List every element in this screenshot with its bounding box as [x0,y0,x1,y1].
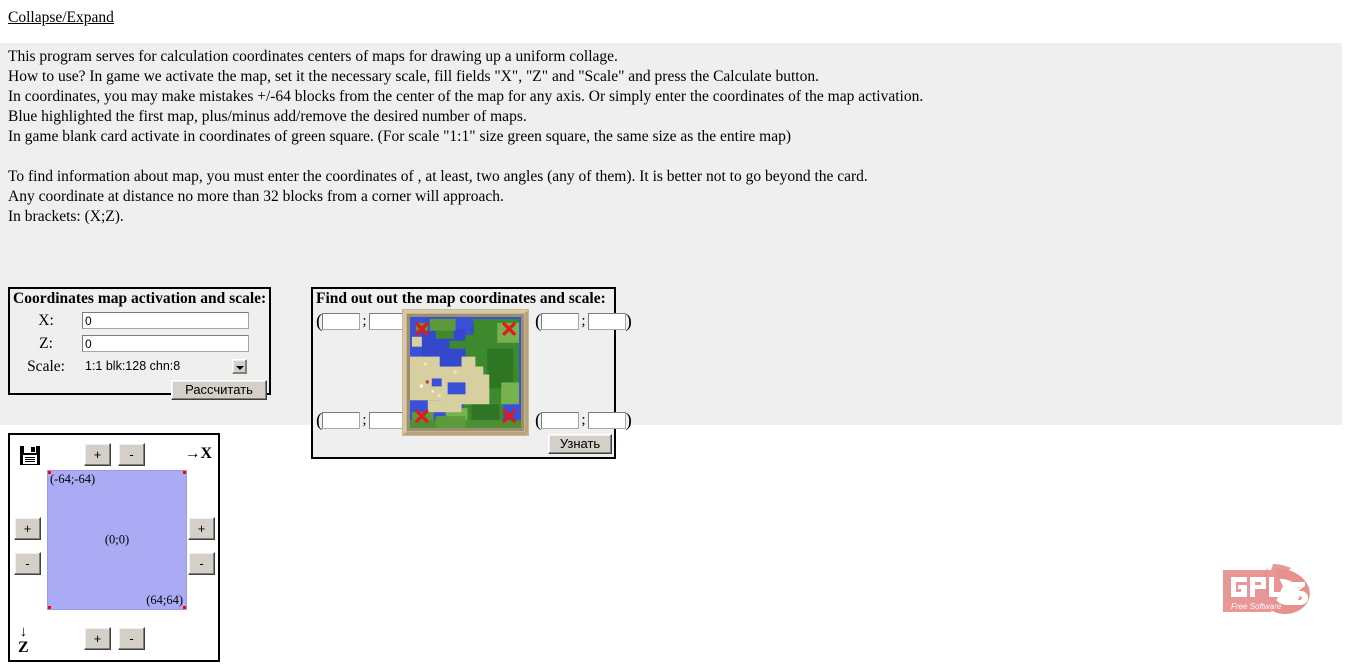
x-input[interactable] [82,312,249,329]
find-out-button[interactable]: Узнать [548,434,612,454]
scale-field-row: Scale: 1:1 blk:128 chn:8 [10,356,269,377]
z-input[interactable] [82,335,249,352]
instruction-line: How to use? In game we activate the map,… [8,68,819,85]
remove-map-right-button[interactable]: - [188,552,215,575]
instruction-line: In game blank card activate in coordinat… [8,128,792,145]
square-center-coord: (0;0) [104,532,130,547]
axis-z-letter: Z [18,639,29,656]
corner-bottom-left-x-input[interactable] [322,412,361,429]
axis-x-label: →X [184,445,212,462]
collapse-expand-link[interactable]: Collapse/Expand [8,9,114,27]
add-map-left-button[interactable]: + [14,517,41,540]
arrow-down-icon: ↓ [19,624,28,640]
x-field-label: X: [38,311,54,329]
instruction-spacer [8,147,1328,167]
coordinates-activation-panel: Coordinates map activation and scale: X:… [8,287,271,400]
add-map-bottom-button[interactable]: + [84,627,111,650]
corner-top-left-z-input[interactable] [368,313,407,330]
corner-top-left-inputs: ( ; ) [316,312,413,331]
corner-top-right-inputs: ( ; ) [535,310,632,332]
corner-bottom-right-z-input[interactable] [587,412,626,429]
remove-map-bottom-button[interactable]: - [118,627,145,650]
instruction-line: Blue highlighted the first map, plus/min… [8,108,527,125]
find-map-coordinates-panel: Find out out the map coordinates and sca… [311,287,632,459]
remove-map-left-button[interactable]: - [14,552,41,575]
gpl-v3-free-software-logo: Free Software [1223,564,1310,614]
add-map-top-button[interactable]: + [84,443,111,466]
first-map-square[interactable]: (-64;-64) (0;0) (64;64) [47,470,187,610]
calc-button-row: Рассчитать [10,380,269,400]
corner-marker [48,606,51,609]
calculate-button[interactable]: Рассчитать [171,380,267,400]
instructions-block: This program serves for calculation coor… [8,47,1328,227]
x-field-row: X: [10,310,269,331]
instruction-line: In brackets: (X;Z). [8,208,124,225]
corner-bottom-left-inputs: ( ; ) [316,411,413,430]
instruction-line: This program serves for calculation coor… [8,48,618,65]
page-root: Collapse/Expand This program serves for … [0,0,1350,666]
corner-bottom-right-x-input[interactable] [541,412,580,429]
find-panel-title: Find out out the map coordinates and sca… [316,290,606,307]
logo-subtitle: Free Software [1231,602,1282,611]
corner-top-left-x-input[interactable] [322,313,361,330]
add-map-right-button[interactable]: + [188,517,215,540]
floppy-save-icon[interactable] [20,445,41,466]
calc-panel-title: Coordinates map activation and scale: [13,290,267,307]
corner-top-right-z-input[interactable] [587,313,626,330]
instruction-line: To find information about map, you must … [8,168,868,185]
coord-separator: ; [581,412,586,428]
corner-bottom-left-z-input[interactable] [368,412,407,429]
z-field-label: Z: [39,334,53,352]
corner-marker [183,471,186,474]
scale-select-value: 1:1 blk:128 chn:8 [85,359,181,373]
instruction-line: Any coordinate at distance no more than … [8,188,504,205]
coord-separator: ; [581,313,586,329]
corner-marker [183,606,186,609]
square-top-left-coord: (-64;-64) [50,472,96,486]
chevron-down-icon [232,359,247,374]
minecraft-map-thumbnail [402,309,529,436]
instruction-line: In coordinates, you may make mistakes +/… [8,88,924,105]
main-gray-panel: This program serves for calculation coor… [0,43,1342,459]
axis-z-label: ↓ Z [18,624,29,656]
coord-separator: ; [362,313,367,329]
remove-map-top-button[interactable]: - [118,443,145,466]
corner-top-right-x-input[interactable] [541,313,580,330]
close-paren: ) [625,409,632,431]
close-paren: ) [625,310,632,332]
coord-separator: ; [362,412,367,428]
map-grid-panel: →X ↓ Z + - + - + - + - (-64;-64) (0;0) (… [8,433,220,662]
z-field-row: Z: [10,333,269,354]
find-button-row: Узнать [548,434,612,454]
square-bottom-right-coord: (64;64) [146,593,183,607]
scale-field-label: Scale: [27,357,65,375]
scale-select-wrap[interactable]: 1:1 blk:128 chn:8 [82,357,249,376]
corner-bottom-right-inputs: ( ; ) [535,409,632,431]
